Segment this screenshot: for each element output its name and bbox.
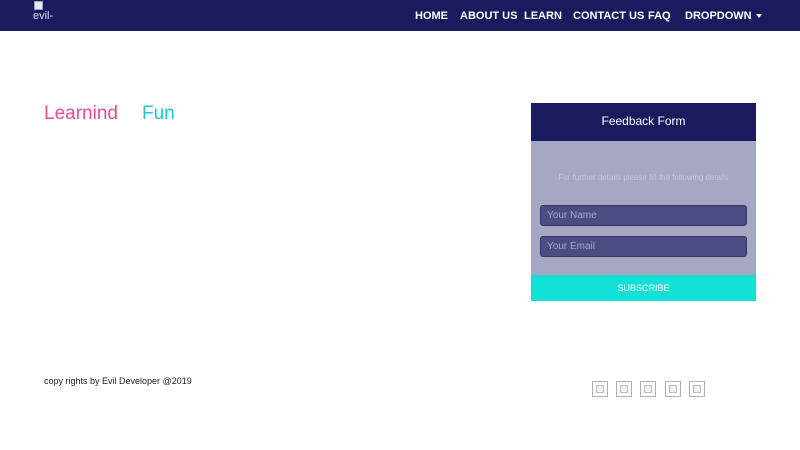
- broken-image-icon: [644, 385, 652, 393]
- hero-word-fun: Fun: [142, 103, 175, 124]
- nav-dropdown[interactable]: DROPDOWN: [685, 10, 762, 22]
- logo-alt-text: evil-: [33, 10, 54, 22]
- copyright-text: copy rights by Evil Developer @2019: [44, 376, 192, 386]
- feedback-form-title: Feedback Form: [531, 103, 756, 141]
- name-input[interactable]: [540, 205, 747, 226]
- nav-about-us[interactable]: ABOUT US: [460, 10, 517, 22]
- broken-image-icon: [693, 385, 701, 393]
- nav-dropdown-label: DROPDOWN: [685, 10, 752, 22]
- nav-faq[interactable]: FAQ: [648, 10, 671, 22]
- hero-word-learnind: Learnind: [44, 103, 118, 124]
- subscribe-button[interactable]: SUBSCRIBE: [531, 275, 756, 301]
- broken-image-icon: [669, 385, 677, 393]
- broken-image-icon: [596, 385, 604, 393]
- social-icon-1[interactable]: [592, 381, 608, 397]
- nav-home[interactable]: HOME: [415, 10, 448, 22]
- top-navbar: evil- HOME ABOUT US LEARN CONTACT US FAQ…: [0, 0, 800, 31]
- social-icon-2[interactable]: [616, 381, 632, 397]
- nav-learn[interactable]: LEARN: [524, 10, 562, 22]
- feedback-form-note: For further details please fill the foll…: [558, 173, 729, 182]
- nav-contact-us[interactable]: CONTACT US: [573, 10, 644, 22]
- broken-image-icon: [620, 385, 628, 393]
- social-icon-3[interactable]: [640, 381, 656, 397]
- social-icon-4[interactable]: [665, 381, 681, 397]
- social-icon-5[interactable]: [689, 381, 705, 397]
- email-input[interactable]: [540, 236, 747, 257]
- logo-image[interactable]: evil-: [33, 0, 63, 24]
- feedback-form: Feedback Form For further details please…: [531, 103, 756, 301]
- caret-down-icon: [755, 14, 762, 19]
- broken-image-icon: [34, 1, 43, 10]
